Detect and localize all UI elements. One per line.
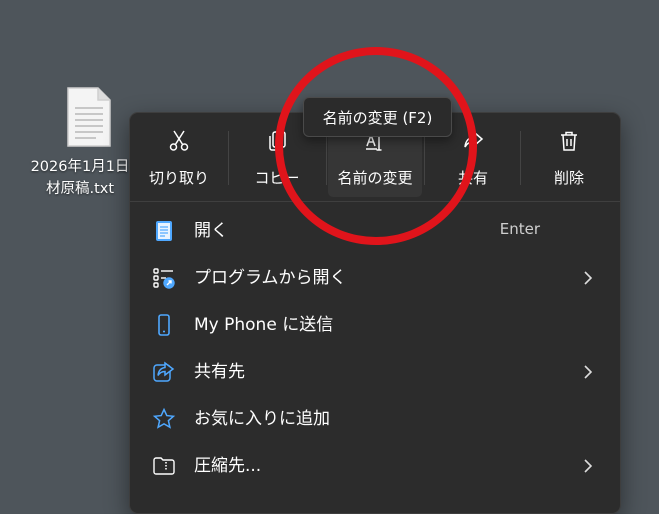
toolbar-separator [326,131,327,185]
shortcut-text: Enter [499,220,540,238]
text-file-icon [67,87,111,147]
notepad-icon [156,221,172,241]
toolbar-separator [520,131,521,185]
file-name-label: 2026年1月1日 材原稿.txt [20,156,140,200]
menu-item-compress-to[interactable]: 圧縮先... [134,444,616,488]
file-name-line1: 2026年1月1日 [30,159,130,175]
menu-item-label: 開く [194,221,228,241]
share-to-icon [153,361,175,382]
menu-divider [130,201,620,202]
menu-item-share-to[interactable]: 共有先 [134,350,616,394]
delete-label: 削除 [553,169,584,187]
menu-item-label: お気に入りに追加 [194,409,330,429]
chevron-right-icon [584,365,593,379]
rename-label: 名前の変更 [337,169,413,187]
phone-icon [158,314,170,336]
menu-item-open[interactable]: 開く Enter [134,209,616,253]
share-label: 共有 [457,169,488,187]
menu-item-label: My Phone に送信 [194,315,334,335]
chevron-right-icon [584,459,593,473]
share-icon [464,131,484,148]
toolbar-separator [424,131,425,185]
copy-icon [269,131,286,151]
scissors-icon [169,130,189,151]
rename-tooltip: 名前の変更 (F2) [303,97,452,137]
delete-button[interactable]: 削除 [522,121,616,197]
menu-item-add-favorite[interactable]: お気に入りに追加 [134,397,616,441]
tooltip-text: 名前の変更 (F2) [322,109,433,127]
menu-item-label: プログラムから開く [194,268,347,288]
toolbar-separator [228,131,229,185]
copy-label: コピー [254,169,300,187]
trash-icon [561,131,577,151]
menu-item-open-with[interactable]: プログラムから開く [134,256,616,300]
file-name-line2: 材原稿.txt [45,181,115,197]
chevron-right-icon [584,271,593,285]
cut-label: 切り取り [148,169,209,187]
menu-item-send-to-phone[interactable]: My Phone に送信 [134,303,616,347]
context-menu: 切り取り コピー 名前の変更 共有 削除 開く Enter プログラムから開く … [129,112,621,514]
menu-item-label: 圧縮先... [194,456,262,476]
zip-folder-icon [153,457,175,475]
open-with-icon [153,268,175,289]
cut-button[interactable]: 切り取り [132,121,226,197]
menu-item-label: 共有先 [194,362,245,382]
star-icon [152,407,176,429]
